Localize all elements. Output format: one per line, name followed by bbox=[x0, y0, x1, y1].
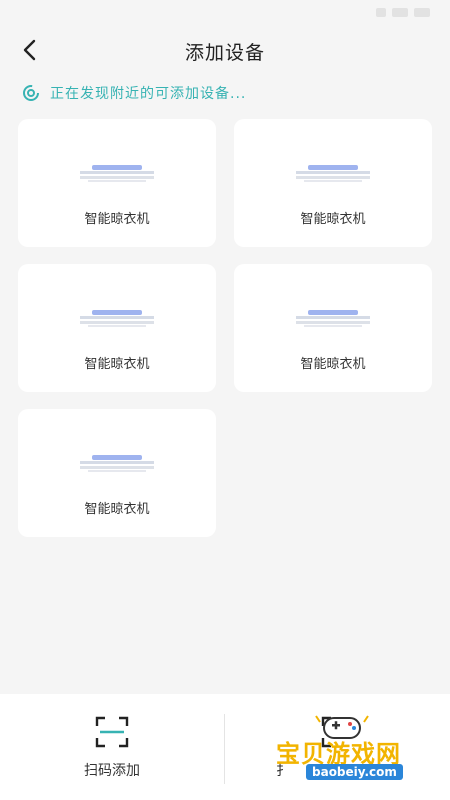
watermark-url: baobeiy.com bbox=[306, 764, 403, 780]
watermark-logo: 宝贝游戏网 baobeiy.com bbox=[260, 712, 430, 792]
device-card[interactable]: 智能晾衣机 bbox=[234, 264, 432, 392]
signal-icon bbox=[376, 8, 386, 17]
scan-status: 正在发现附近的可添加设备... bbox=[22, 83, 246, 103]
device-card[interactable]: 智能晾衣机 bbox=[18, 119, 216, 247]
clothes-dryer-rack-icon bbox=[80, 165, 154, 182]
clothes-dryer-rack-icon bbox=[80, 310, 154, 327]
status-icons bbox=[376, 8, 430, 17]
device-name: 智能晾衣机 bbox=[300, 212, 366, 227]
device-name: 智能晾衣机 bbox=[84, 212, 150, 227]
device-card[interactable]: 智能晾衣机 bbox=[234, 119, 432, 247]
scan-status-text: 正在发现附近的可添加设备... bbox=[50, 86, 247, 102]
scanning-icon bbox=[23, 85, 39, 101]
clothes-dryer-rack-icon bbox=[80, 455, 154, 472]
device-card[interactable]: 智能晾衣机 bbox=[18, 409, 216, 537]
device-name: 智能晾衣机 bbox=[300, 357, 366, 372]
device-card[interactable]: 智能晾衣机 bbox=[18, 264, 216, 392]
header: 添加设备 bbox=[0, 28, 450, 72]
status-bar bbox=[0, 0, 450, 28]
device-name: 智能晾衣机 bbox=[84, 502, 150, 517]
scan-add-button[interactable]: 扫码添加 bbox=[0, 694, 224, 800]
clothes-dryer-rack-icon bbox=[296, 165, 370, 182]
page-title: 添加设备 bbox=[184, 42, 265, 64]
wifi-icon bbox=[392, 8, 408, 17]
clothes-dryer-rack-icon bbox=[296, 310, 370, 327]
battery-icon bbox=[414, 8, 430, 17]
qr-scan-icon bbox=[95, 716, 129, 748]
device-name: 智能晾衣机 bbox=[84, 357, 150, 372]
